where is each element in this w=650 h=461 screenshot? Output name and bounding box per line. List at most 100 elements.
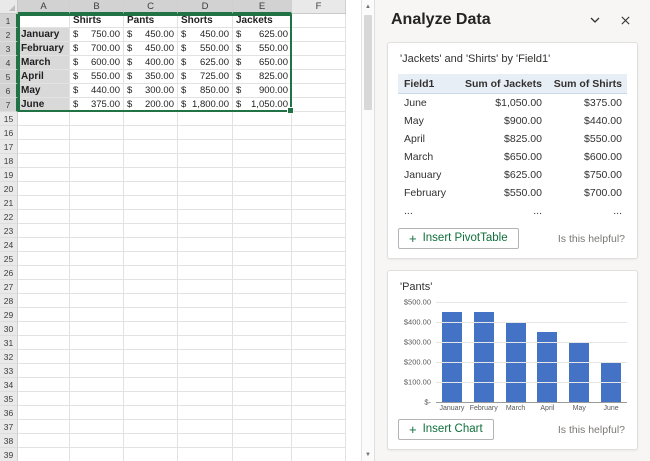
row-header-23[interactable]: 23 (0, 224, 18, 238)
cell-D25[interactable] (178, 252, 233, 266)
cell-E31[interactable] (233, 336, 292, 350)
cell-A18[interactable] (18, 154, 70, 168)
cell-A27[interactable] (18, 280, 70, 294)
cell-A37[interactable] (18, 420, 70, 434)
cell-E7[interactable]: $1,050.00 (233, 98, 292, 112)
cell-A39[interactable] (18, 448, 70, 461)
cell-D3[interactable]: $550.00 (178, 42, 233, 56)
cell-E32[interactable] (233, 350, 292, 364)
cell-F31[interactable] (292, 336, 346, 350)
cell-D15[interactable] (178, 112, 233, 126)
row-header-2[interactable]: 2 (0, 28, 18, 42)
cell-C21[interactable] (124, 196, 178, 210)
cell-D16[interactable] (178, 126, 233, 140)
cell-B26[interactable] (70, 266, 124, 280)
cell-A30[interactable] (18, 322, 70, 336)
cell-F22[interactable] (292, 210, 346, 224)
cell-C1[interactable]: Pants (124, 14, 178, 28)
row-header-39[interactable]: 39 (0, 448, 18, 461)
scroll-up-arrow-icon[interactable]: ▲ (362, 1, 374, 12)
cell-A22[interactable] (18, 210, 70, 224)
row-header-35[interactable]: 35 (0, 392, 18, 406)
cell-D30[interactable] (178, 322, 233, 336)
cell-B31[interactable] (70, 336, 124, 350)
cell-D31[interactable] (178, 336, 233, 350)
cell-A31[interactable] (18, 336, 70, 350)
cell-C19[interactable] (124, 168, 178, 182)
cell-C5[interactable]: $350.00 (124, 70, 178, 84)
cell-A28[interactable] (18, 294, 70, 308)
row-header-16[interactable]: 16 (0, 126, 18, 140)
row-header-26[interactable]: 26 (0, 266, 18, 280)
column-header-C[interactable]: C (124, 0, 178, 14)
helpful-link-pivot[interactable]: Is this helpful? (558, 233, 627, 245)
cell-C26[interactable] (124, 266, 178, 280)
row-header-33[interactable]: 33 (0, 364, 18, 378)
cell-B29[interactable] (70, 308, 124, 322)
cell-D32[interactable] (178, 350, 233, 364)
scroll-down-arrow-icon[interactable]: ▼ (362, 449, 374, 460)
cell-D1[interactable]: Shorts (178, 14, 233, 28)
cell-B5[interactable]: $550.00 (70, 70, 124, 84)
cell-B34[interactable] (70, 378, 124, 392)
cell-B39[interactable] (70, 448, 124, 461)
cell-D19[interactable] (178, 168, 233, 182)
cell-E3[interactable]: $550.00 (233, 42, 292, 56)
cell-E34[interactable] (233, 378, 292, 392)
insert-pivottable-button[interactable]: + Insert PivotTable (398, 228, 519, 249)
cell-A3[interactable]: February (18, 42, 70, 56)
cell-F15[interactable] (292, 112, 346, 126)
column-header-D[interactable]: D (178, 0, 233, 14)
cell-F35[interactable] (292, 392, 346, 406)
cell-C34[interactable] (124, 378, 178, 392)
cell-A26[interactable] (18, 266, 70, 280)
cell-F32[interactable] (292, 350, 346, 364)
cell-A23[interactable] (18, 224, 70, 238)
cell-D36[interactable] (178, 406, 233, 420)
cell-C20[interactable] (124, 182, 178, 196)
column-header-E[interactable]: E (233, 0, 292, 14)
cell-D29[interactable] (178, 308, 233, 322)
cell-E29[interactable] (233, 308, 292, 322)
cell-D18[interactable] (178, 154, 233, 168)
cell-B1[interactable]: Shirts (70, 14, 124, 28)
cell-A16[interactable] (18, 126, 70, 140)
cell-E21[interactable] (233, 196, 292, 210)
cell-C37[interactable] (124, 420, 178, 434)
cell-C33[interactable] (124, 364, 178, 378)
cell-D7[interactable]: $1,800.00 (178, 98, 233, 112)
cell-E1[interactable]: Jackets (233, 14, 292, 28)
cell-A36[interactable] (18, 406, 70, 420)
cell-A21[interactable] (18, 196, 70, 210)
cell-C23[interactable] (124, 224, 178, 238)
cell-C36[interactable] (124, 406, 178, 420)
cell-E5[interactable]: $825.00 (233, 70, 292, 84)
row-header-21[interactable]: 21 (0, 196, 18, 210)
cell-B3[interactable]: $700.00 (70, 42, 124, 56)
cell-D2[interactable]: $450.00 (178, 28, 233, 42)
cell-A7[interactable]: June (18, 98, 70, 112)
cell-E6[interactable]: $900.00 (233, 84, 292, 98)
cell-B24[interactable] (70, 238, 124, 252)
cell-A32[interactable] (18, 350, 70, 364)
cell-B15[interactable] (70, 112, 124, 126)
helpful-link-chart[interactable]: Is this helpful? (558, 424, 627, 436)
cell-B17[interactable] (70, 140, 124, 154)
cell-E15[interactable] (233, 112, 292, 126)
cell-D37[interactable] (178, 420, 233, 434)
cell-A19[interactable] (18, 168, 70, 182)
cell-F16[interactable] (292, 126, 346, 140)
close-icon[interactable] (616, 11, 634, 29)
column-header-B[interactable]: B (70, 0, 124, 14)
cell-C7[interactable]: $200.00 (124, 98, 178, 112)
cell-D27[interactable] (178, 280, 233, 294)
cell-E24[interactable] (233, 238, 292, 252)
cell-F24[interactable] (292, 238, 346, 252)
cell-A17[interactable] (18, 140, 70, 154)
cell-D34[interactable] (178, 378, 233, 392)
cell-E35[interactable] (233, 392, 292, 406)
cell-F20[interactable] (292, 182, 346, 196)
cell-E18[interactable] (233, 154, 292, 168)
row-header-30[interactable]: 30 (0, 322, 18, 336)
cell-E20[interactable] (233, 182, 292, 196)
